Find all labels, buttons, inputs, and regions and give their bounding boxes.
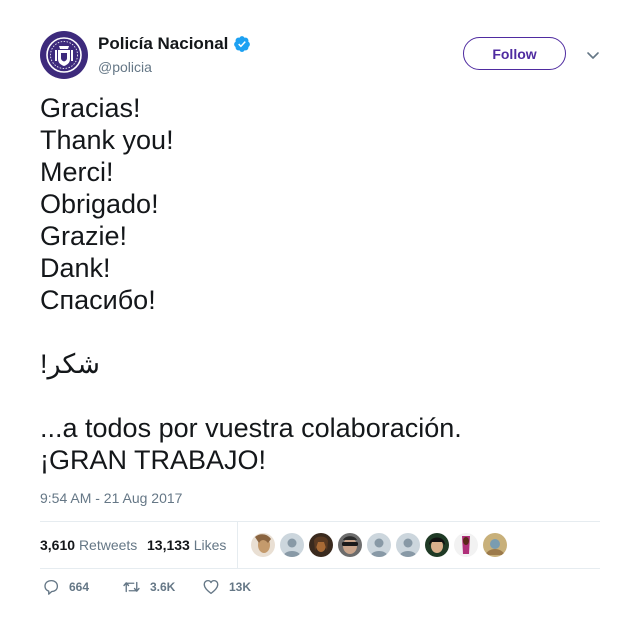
tweet-header: Policía Nacional @policia Follow — [40, 31, 600, 81]
avatar[interactable] — [40, 31, 88, 79]
retweet-icon[interactable] — [122, 578, 141, 596]
liker-avatar[interactable] — [454, 533, 478, 557]
liker-avatar[interactable] — [338, 533, 362, 557]
like-count: 13K — [229, 580, 252, 594]
tweet-text: Gracias! Thank you! Merci! Obrigado! Gra… — [40, 93, 462, 475]
police-badge-icon — [46, 37, 82, 73]
retweet-action[interactable]: 3.6K — [122, 578, 175, 596]
liker-avatars — [251, 533, 507, 557]
liker-avatar-default[interactable] — [396, 533, 420, 557]
verified-badge-icon — [234, 36, 251, 52]
tweet-stats: 3,610 Retweets 13,133 Likes — [40, 521, 600, 569]
handle[interactable]: @policia — [98, 57, 251, 77]
liker-avatar-default[interactable] — [280, 533, 304, 557]
retweets-stat[interactable]: 3,610 Retweets — [40, 537, 137, 553]
liker-avatar-default[interactable] — [367, 533, 391, 557]
stats-divider — [237, 522, 238, 568]
chevron-down-icon[interactable] — [586, 48, 600, 62]
liker-avatar[interactable] — [483, 533, 507, 557]
likes-stat[interactable]: 13,133 Likes — [147, 537, 226, 553]
heart-icon[interactable] — [202, 578, 220, 596]
reply-action[interactable]: 664 — [42, 578, 89, 596]
retweets-count: 3,610 — [40, 537, 76, 553]
likes-label: Likes — [193, 537, 227, 553]
reply-count: 664 — [69, 580, 90, 594]
likes-count: 13,133 — [147, 537, 190, 553]
display-name[interactable]: Policía Nacional — [98, 33, 228, 55]
retweets-label: Retweets — [78, 537, 138, 553]
liker-avatar[interactable] — [425, 533, 449, 557]
tweet-actions: 664 3.6K 13K — [40, 578, 600, 602]
tweet-timestamp[interactable]: 9:54 AM - 21 Aug 2017 — [40, 490, 182, 506]
follow-button[interactable]: Follow — [463, 37, 566, 70]
like-action[interactable]: 13K — [202, 578, 251, 596]
liker-avatar[interactable] — [251, 533, 275, 557]
reply-icon[interactable] — [42, 578, 60, 596]
liker-avatar[interactable] — [309, 533, 333, 557]
user-info[interactable]: Policía Nacional @policia — [98, 33, 251, 77]
retweet-count: 3.6K — [150, 580, 176, 594]
